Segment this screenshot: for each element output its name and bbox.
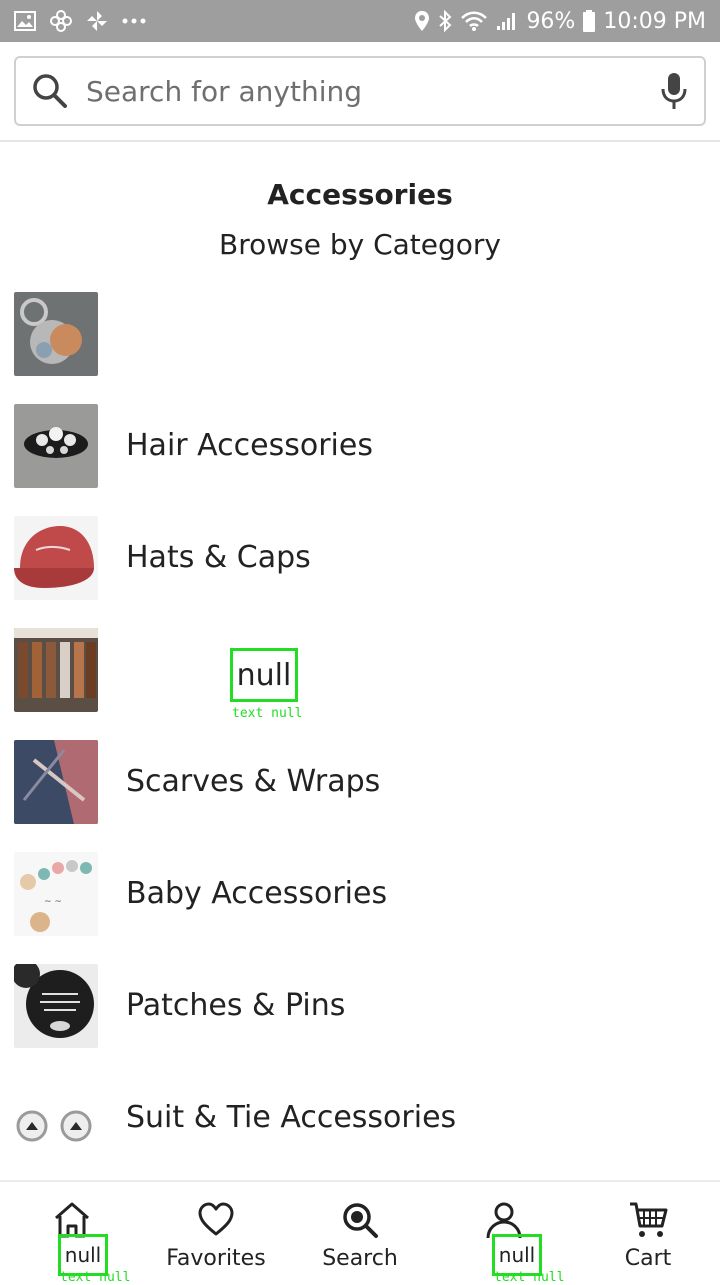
null-label-overlay: null [230,648,298,702]
category-item-hats-caps[interactable]: Hats & Caps [0,516,720,628]
category-item-keychains[interactable] [0,292,720,404]
nav-home[interactable]: null text null [0,1182,144,1285]
category-thumbnail [14,516,98,600]
category-item-hair-accessories[interactable]: Hair Accessories [0,404,720,516]
category-item-suit-tie-accessories[interactable]: Suit & Tie Accessories [0,1076,720,1188]
nav-search[interactable]: Search [288,1182,432,1282]
category-thumbnail [14,964,98,1048]
overlay-caption: text null [60,1270,131,1285]
battery-percent: 96% [526,8,576,34]
category-item-keychain-null[interactable]: null text null [0,628,720,740]
signal-icon [496,11,518,31]
category-item-baby-accessories[interactable]: ~ ~ Baby Accessories [0,852,720,964]
location-icon [414,10,430,32]
status-bar: 96% 10:09 PM [0,0,720,42]
category-list: Hair Accessories Hats & Caps null text n… [0,292,720,1188]
flower-icon [86,10,108,32]
category-label: Scarves & Wraps [126,764,381,799]
category-thumbnail [14,292,98,376]
svg-text:~ ~: ~ ~ [44,897,62,907]
gallery-icon [14,11,36,31]
more-dots-icon [122,18,146,24]
clock: 10:09 PM [603,8,706,34]
nav-cart[interactable]: Cart [576,1182,720,1282]
nav-label: Cart [624,1246,672,1271]
heart-icon [198,1202,234,1236]
category-label: Baby Accessories [126,876,388,911]
search-box[interactable] [14,56,706,126]
category-thumbnail [14,404,98,488]
pinwheel-icon [50,10,72,32]
category-label: Hats & Caps [126,540,311,575]
overlay-caption: text null [494,1270,565,1285]
category-item-scarves-wraps[interactable]: Scarves & Wraps [0,740,720,852]
category-thumbnail [14,1076,98,1160]
category-thumbnail [14,628,98,712]
search-input[interactable] [86,74,658,108]
wifi-icon [460,10,488,32]
nav-profile[interactable]: null text null [432,1182,576,1285]
category-label: Patches & Pins [126,988,346,1023]
status-bar-left [14,10,146,32]
page-subtitle: Browse by Category [219,228,501,261]
nav-favorites[interactable]: Favorites [144,1182,288,1282]
category-thumbnail [14,740,98,824]
status-bar-right: 96% 10:09 PM [414,9,706,34]
cart-icon [630,1202,668,1237]
nav-label: Favorites [166,1246,266,1271]
battery-icon [583,10,596,32]
nav-label: Search [322,1246,398,1271]
category-label: Suit & Tie Accessories [126,1100,457,1135]
category-label: Hair Accessories [126,428,373,463]
microphone-icon[interactable] [658,71,690,111]
category-item-patches-pins[interactable]: Patches & Pins [0,964,720,1076]
page-title: Accessories [267,178,453,211]
search-icon [33,74,67,108]
bottom-nav: null text null Favorites Search null tex… [0,1180,720,1285]
search-header [0,42,720,142]
category-thumbnail: ~ ~ [14,852,98,936]
overlay-caption: text null [232,706,303,721]
search-icon [343,1203,378,1238]
bluetooth-icon [438,10,452,32]
